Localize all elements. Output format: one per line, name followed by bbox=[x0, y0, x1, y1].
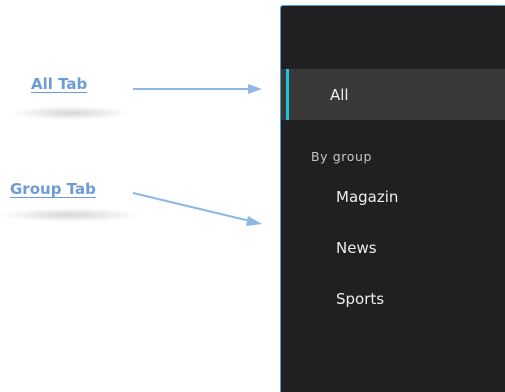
nav-item-group-sports[interactable]: Sports bbox=[336, 290, 384, 308]
nav-item-all-label: All bbox=[330, 85, 349, 104]
group-section-header: By group bbox=[311, 149, 373, 164]
all-tab-arrowhead bbox=[248, 84, 262, 94]
navigation-drawer: All By group Magazin News Sports bbox=[280, 5, 505, 392]
nav-item-group-magazin[interactable]: Magazin bbox=[336, 188, 398, 206]
nav-item-group-label: News bbox=[336, 239, 377, 257]
nav-item-group-label: Magazin bbox=[336, 188, 399, 206]
nav-item-all[interactable]: All bbox=[281, 69, 505, 120]
active-indicator bbox=[286, 69, 289, 120]
nav-item-group-label: Sports bbox=[336, 290, 385, 308]
group-tab-arrow bbox=[132, 192, 251, 222]
group-tab-arrowhead bbox=[246, 216, 262, 226]
nav-item-group-news[interactable]: News bbox=[336, 239, 377, 257]
